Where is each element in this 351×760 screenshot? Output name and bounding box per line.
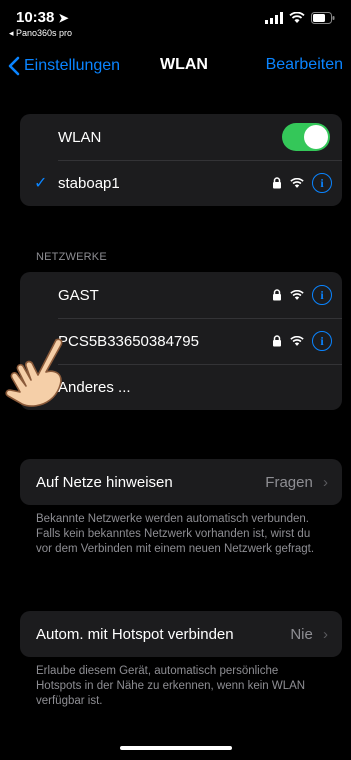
wlan-toggle-label: WLAN: [58, 128, 102, 146]
wlan-toggle-row: WLAN: [20, 114, 342, 160]
wifi-icon: [290, 177, 304, 188]
wlan-toggle[interactable]: [282, 123, 330, 151]
info-icon[interactable]: i: [312, 173, 332, 193]
edit-button[interactable]: Bearbeiten: [266, 56, 343, 74]
back-to-app-link[interactable]: ◂ Pano360s pro: [9, 28, 72, 39]
tap-hand-icon: [5, 338, 63, 407]
info-icon[interactable]: i: [312, 331, 332, 351]
wifi-status-icon: [289, 12, 305, 23]
network-name: GAST: [58, 286, 99, 304]
wlan-card: WLAN ✓ staboap1 i: [20, 114, 342, 206]
cellular-signal-icon: [265, 12, 283, 24]
lock-icon: [273, 335, 281, 347]
location-arrow-icon: ➤: [58, 11, 69, 25]
hotspot-row[interactable]: Autom. mit Hotspot verbinden Nie ›: [20, 611, 342, 657]
checkmark-icon: ✓: [34, 175, 48, 192]
network-status-icons: i: [272, 331, 332, 351]
ask-to-join-footnote: Bekannte Netzwerke werden automatisch ve…: [36, 513, 315, 555]
ask-to-join-label: Auf Netze hinweisen: [36, 473, 173, 491]
hotspot-card: Autom. mit Hotspot verbinden Nie ›: [20, 611, 342, 657]
connected-network-row[interactable]: ✓ staboap1 i: [20, 160, 342, 206]
networks-header: NETZWERKE: [36, 251, 107, 263]
network-row-gast[interactable]: GAST i: [20, 272, 342, 318]
lock-icon: [273, 289, 281, 301]
network-status-icons: i: [272, 285, 332, 305]
page-title: WLAN: [160, 56, 208, 73]
chevron-left-icon: [8, 56, 20, 76]
wifi-icon: [290, 335, 304, 346]
home-indicator[interactable]: [120, 746, 232, 750]
info-icon[interactable]: i: [312, 285, 332, 305]
network-status-icons: i: [272, 173, 332, 193]
chevron-right-icon: ›: [323, 625, 328, 643]
back-button-label: Einstellungen: [24, 57, 121, 74]
wifi-icon: [290, 289, 304, 300]
ask-to-join-row[interactable]: Auf Netze hinweisen Fragen ›: [20, 459, 342, 505]
chevron-right-icon: ›: [323, 473, 328, 491]
status-bar: 10:38 ➤ ◂ Pano360s pro: [0, 0, 351, 44]
back-button[interactable]: Einstellungen: [8, 56, 120, 76]
ask-to-join-value: Fragen ›: [265, 473, 328, 491]
hotspot-footnote: Erlaube diesem Gerät, automatisch persön…: [36, 665, 306, 707]
status-time: 10:38 ➤: [16, 9, 69, 26]
hotspot-value: Nie ›: [290, 625, 328, 643]
lock-icon: [273, 177, 281, 189]
connected-network-name: staboap1: [58, 174, 120, 192]
ask-to-join-card: Auf Netze hinweisen Fragen ›: [20, 459, 342, 505]
status-icons: [265, 12, 335, 24]
navigation-bar: Einstellungen WLAN Bearbeiten: [0, 50, 351, 86]
battery-icon: [311, 12, 335, 24]
hotspot-label: Autom. mit Hotspot verbinden: [36, 625, 234, 643]
